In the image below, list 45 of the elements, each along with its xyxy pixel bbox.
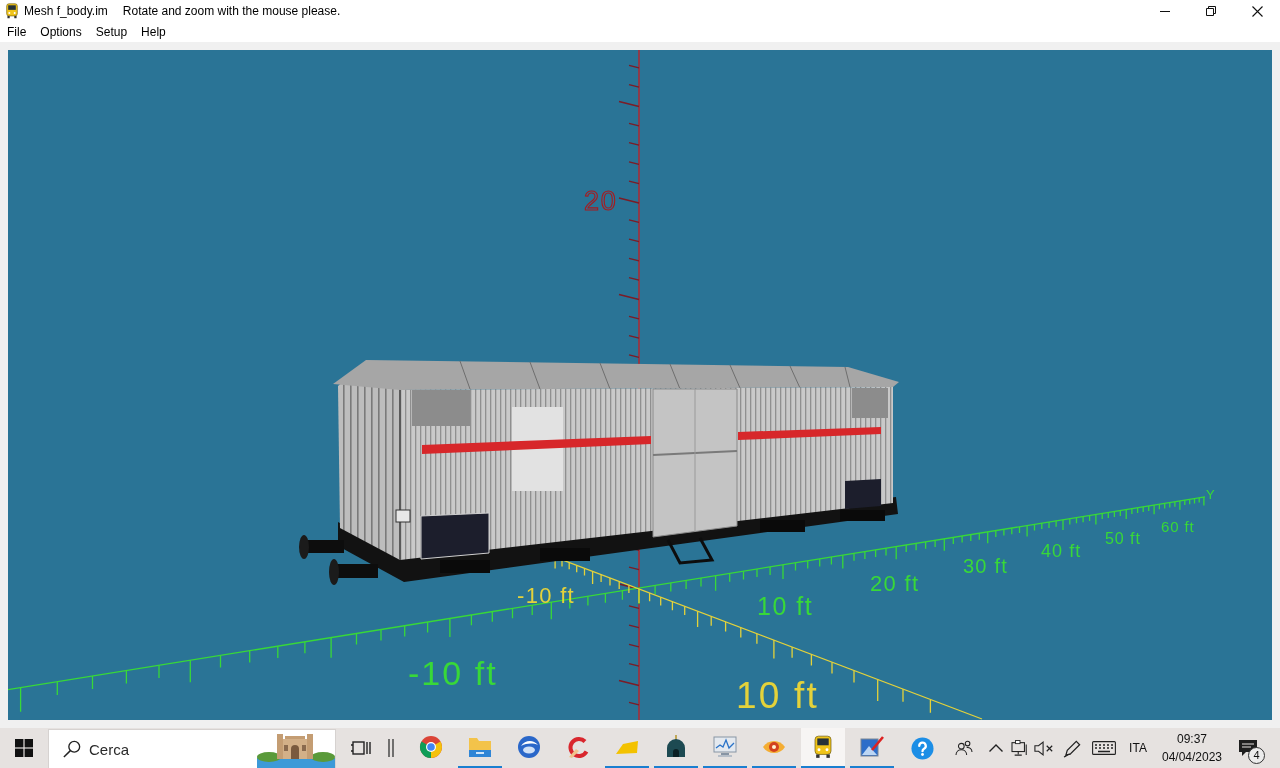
ring-logo-icon[interactable]: [418, 735, 443, 759]
help-icon[interactable]: [910, 736, 934, 760]
notification-count: 4: [1248, 747, 1265, 764]
chevron-up-icon[interactable]: [989, 744, 1003, 752]
windows-logo-icon[interactable]: [15, 739, 33, 757]
instruction-text: Rotate and zoom with the mouse please.: [122, 4, 341, 18]
pen-icon[interactable]: [1062, 738, 1082, 758]
task-view-icon[interactable]: [351, 740, 371, 756]
taskbar-button[interactable]: [800, 728, 845, 768]
axis-label: 10 ft: [736, 675, 820, 716]
axis-label: 50 ft: [1105, 530, 1141, 547]
globe-icon[interactable]: [516, 735, 541, 759]
folder-icon[interactable]: [467, 736, 492, 758]
menu-item[interactable]: Options: [33, 22, 89, 42]
axis-label: 20: [584, 186, 618, 216]
speaker-muted-icon[interactable]: [1034, 740, 1054, 756]
toolbar-grip-icon[interactable]: [388, 739, 394, 757]
clock-button[interactable]: 09:37 04/04/2023: [1156, 728, 1228, 768]
axis-label: 60 ft: [1161, 518, 1195, 535]
axis-label: -10 ft: [517, 583, 576, 608]
keyboard-icon[interactable]: [1092, 741, 1116, 755]
axis-name-label: Y: [1206, 487, 1216, 502]
menu-item[interactable]: Setup: [88, 22, 135, 42]
menu-item[interactable]: File: [0, 22, 34, 42]
train-icon: [4, 3, 20, 19]
axis-label: 30 ft: [963, 555, 1008, 577]
language-button[interactable]: ITA: [1120, 728, 1156, 768]
search-field[interactable]: Cerca: [89, 736, 257, 762]
people-icon[interactable]: [955, 740, 973, 756]
close-icon: [1251, 5, 1263, 17]
minimize-icon: [1160, 10, 1170, 12]
monitor-chart-icon[interactable]: [712, 736, 737, 758]
train-icon[interactable]: [811, 735, 834, 759]
restore-icon: [1206, 6, 1216, 16]
axis-label: 40 ft: [1041, 541, 1082, 561]
network-icon[interactable]: [1011, 740, 1029, 756]
axis-label: 10 ft: [757, 592, 814, 620]
search-bar[interactable]: Cerca: [48, 729, 336, 768]
menu-item[interactable]: Help: [134, 22, 173, 42]
search-icon: [63, 740, 81, 758]
axis-label: 20 ft: [870, 571, 920, 596]
picture-pen-icon[interactable]: [859, 735, 884, 759]
notifications-button[interactable]: 4: [1228, 728, 1268, 768]
window-title: Mesh f_body.im: [24, 4, 108, 18]
axis-label: -10 ft: [408, 654, 498, 692]
